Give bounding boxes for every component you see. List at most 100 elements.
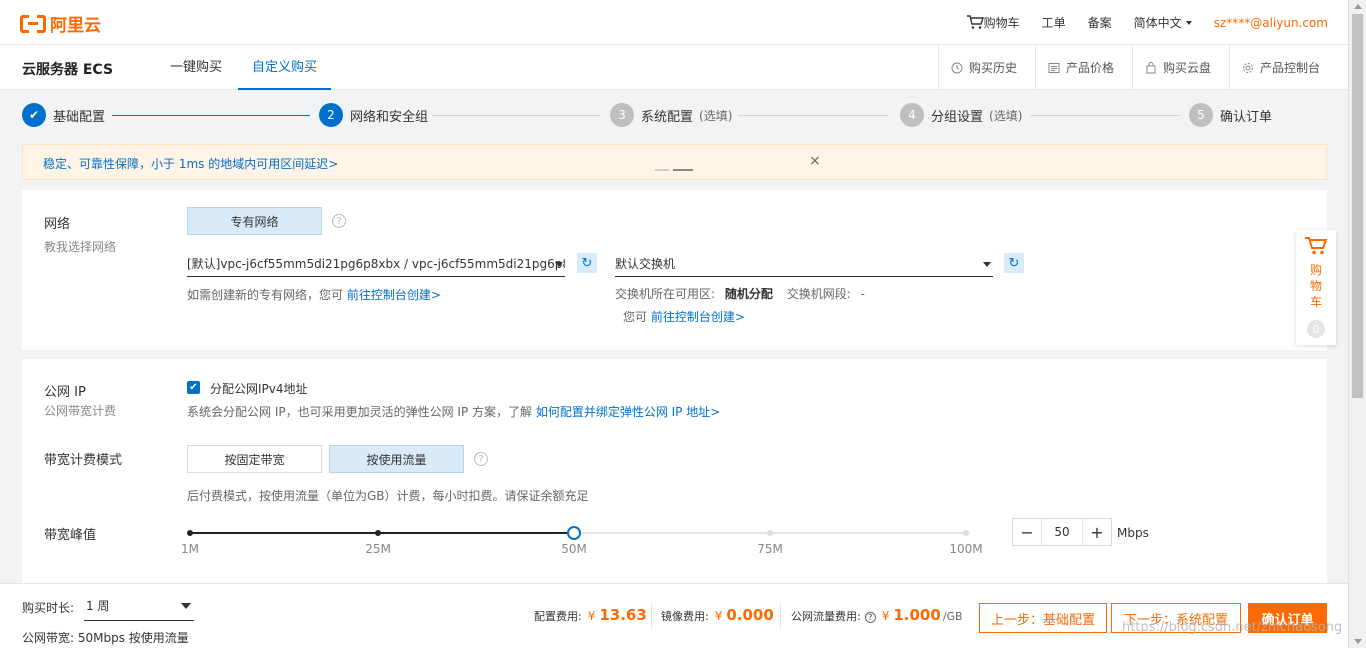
slider-handle[interactable]	[567, 526, 582, 540]
aliyun-logo[interactable]: 阿里云	[20, 11, 101, 36]
help-icon[interactable]: ?	[474, 452, 488, 466]
vswitch-hint-text: 您可	[623, 310, 648, 324]
vpc-select-value: [默认]vpc-j6cf55mm5di21pg6p8xbx / vpc-j6cf…	[187, 257, 565, 271]
network-guide-link[interactable]: 教我选择网络	[44, 238, 116, 255]
public-ip-sub: 公网带宽计费	[44, 404, 117, 418]
billing-fixed-button[interactable]: 按固定带宽	[187, 445, 322, 473]
buy-disk-link[interactable]: 购买云盘	[1131, 45, 1229, 90]
refresh-vswitch-icon[interactable]: ↻	[1004, 253, 1024, 273]
vpc-create-link[interactable]: 前往控制台创建>	[347, 288, 441, 302]
help-icon[interactable]: ?	[864, 612, 876, 623]
step-label: 分组设置	[931, 109, 984, 125]
bandwidth-slider[interactable]	[187, 526, 969, 540]
slider-tick-dot[interactable]	[187, 530, 193, 536]
product-title: 云服务器 ECS	[22, 62, 114, 78]
plus-button[interactable]: +	[1083, 519, 1111, 545]
bandwidth-unit: Mbps	[1117, 526, 1149, 540]
scroll-up-icon[interactable]	[1354, 4, 1362, 9]
step-network-security[interactable]: 2 网络和安全组	[319, 103, 428, 127]
traffic-fee: 公网流量费用: ? ¥ 1.000 /GB	[791, 606, 963, 624]
step-label: 系统配置	[641, 109, 694, 125]
step-group-settings[interactable]: 4 分组设置 (选填)	[900, 103, 1022, 127]
bandwidth-value[interactable]: 50	[1041, 519, 1083, 545]
image-fee-label: 镜像费用:	[661, 610, 709, 623]
cart-label: 购物车	[983, 16, 1020, 30]
vswitch-info: 交换机所在可用区: 随机分配 交换机网段: -	[615, 285, 865, 302]
top-bar: 阿里云 购物车 工单 备案 简体中文 sz****@aliyun.com	[0, 0, 1348, 45]
step-label: 基础配置	[53, 109, 106, 125]
tab-quick-buy[interactable]: 一键购买	[170, 45, 222, 90]
tab-custom-buy[interactable]: 自定义购买	[238, 45, 332, 90]
step-number: 3	[610, 103, 634, 127]
aliyun-logo-icon	[20, 14, 46, 34]
slider-tick-label: 75M	[757, 542, 783, 556]
divider	[651, 604, 652, 628]
floating-cart-label: 购物车	[1309, 263, 1322, 309]
ticket-link[interactable]: 工单	[1042, 14, 1066, 31]
step-number: 4	[900, 103, 924, 127]
refresh-vpc-icon[interactable]: ↻	[577, 253, 597, 273]
vswitch-select[interactable]: 默认交换机	[615, 251, 993, 277]
vswitch-cidr-label: 交换机网段:	[786, 287, 851, 301]
step-label: 网络和安全组	[350, 109, 429, 125]
config-fee: 配置费用: ¥ 13.63	[534, 606, 647, 624]
assign-ipv4-label[interactable]: 分配公网IPv4地址	[210, 380, 308, 397]
public-ip-desc: 系统会分配公网 IP，也可采用更加灵活的弹性公网 IP 方案，了解 如何配置并绑…	[187, 403, 720, 420]
slider-tick-dot[interactable]	[767, 530, 774, 536]
notice-link[interactable]: 稳定、可靠性保障，小于 1ms 的地域内可用区间延迟>	[43, 155, 338, 172]
network-label: 网络	[44, 217, 71, 232]
pager-dot-active[interactable]	[673, 169, 693, 171]
cart-count-badge: 0	[1307, 320, 1325, 338]
pager-dot[interactable]	[655, 169, 669, 171]
slider-tick-label: 25M	[365, 542, 391, 556]
step-confirm-order[interactable]: 5 确认订单	[1189, 103, 1272, 127]
step-optional: (选填)	[699, 108, 733, 123]
purchase-history-label: 购买历史	[968, 61, 1017, 75]
user-account[interactable]: sz****@aliyun.com	[1214, 16, 1328, 30]
scroll-thumb[interactable]	[1352, 14, 1363, 398]
step-number: 2	[319, 103, 343, 127]
help-icon[interactable]: ?	[332, 214, 346, 228]
cart-icon	[966, 15, 984, 29]
order-footer: 购买时长: 1 周 公网带宽: 50Mbps 按使用流量 配置费用: ¥ 13.…	[0, 583, 1348, 648]
vpc-type-button[interactable]: 专有网络	[187, 207, 322, 235]
product-price-label: 产品价格	[1065, 61, 1114, 75]
step-system-config[interactable]: 3 系统配置 (选填)	[610, 103, 732, 127]
eip-config-link[interactable]: 如何配置并绑定弹性公网 IP 地址>	[536, 405, 720, 419]
product-price-link[interactable]: 产品价格	[1034, 45, 1132, 90]
purchase-history-link[interactable]: 购买历史	[937, 45, 1035, 90]
step-basic-config[interactable]: ✔ 基础配置	[22, 103, 105, 127]
cart-link[interactable]: 购物车	[966, 14, 1020, 31]
duration-select[interactable]: 1 周	[84, 595, 194, 621]
traffic-fee-currency: ¥	[881, 609, 890, 623]
disk-icon	[1146, 61, 1156, 73]
clock-icon	[951, 62, 963, 73]
page-scrollbar[interactable]	[1348, 0, 1366, 648]
billing-mode-label: 带宽计费模式	[44, 453, 123, 468]
image-fee-value: 0.000	[726, 606, 774, 624]
prev-step-button[interactable]: 上一步：基础配置	[979, 603, 1107, 633]
minus-button[interactable]: −	[1013, 519, 1041, 545]
image-fee: 镜像费用: ¥ 0.000	[661, 606, 774, 624]
vswitch-cidr-value: -	[860, 287, 865, 301]
assign-ipv4-checkbox[interactable]: ✔	[187, 381, 200, 394]
vpc-select[interactable]: [默认]vpc-j6cf55mm5di21pg6p8xbx / vpc-j6cf…	[187, 251, 565, 277]
slider-tick-dot[interactable]	[963, 530, 969, 536]
product-console-label: 产品控制台	[1259, 61, 1320, 75]
billing-traffic-button[interactable]: 按使用流量	[329, 445, 464, 473]
product-console-link[interactable]: 产品控制台	[1228, 45, 1348, 90]
close-icon[interactable]: ×	[809, 153, 821, 169]
step-label: 确认订单	[1220, 109, 1273, 125]
bandwidth-stepper: − 50 +	[1012, 518, 1112, 546]
scroll-down-icon[interactable]	[1354, 639, 1362, 644]
vswitch-create-link[interactable]: 前往控制台创建>	[651, 310, 745, 324]
product-header: 云服务器 ECS 一键购买 自定义购买 购买历史 产品价格 购买云盘 产品控制台	[0, 45, 1348, 90]
step-optional: (选填)	[989, 108, 1023, 123]
vswitch-select-value: 默认交换机	[615, 257, 676, 271]
language-dropdown[interactable]: 简体中文	[1134, 14, 1192, 31]
brand-name: 阿里云	[50, 16, 101, 36]
dropdown-arrow-icon	[983, 262, 991, 267]
beian-link[interactable]: 备案	[1088, 14, 1112, 31]
sub-links: 购买历史 产品价格 购买云盘 产品控制台	[937, 45, 1348, 90]
floating-cart[interactable]: 购物车 0	[1296, 230, 1336, 345]
